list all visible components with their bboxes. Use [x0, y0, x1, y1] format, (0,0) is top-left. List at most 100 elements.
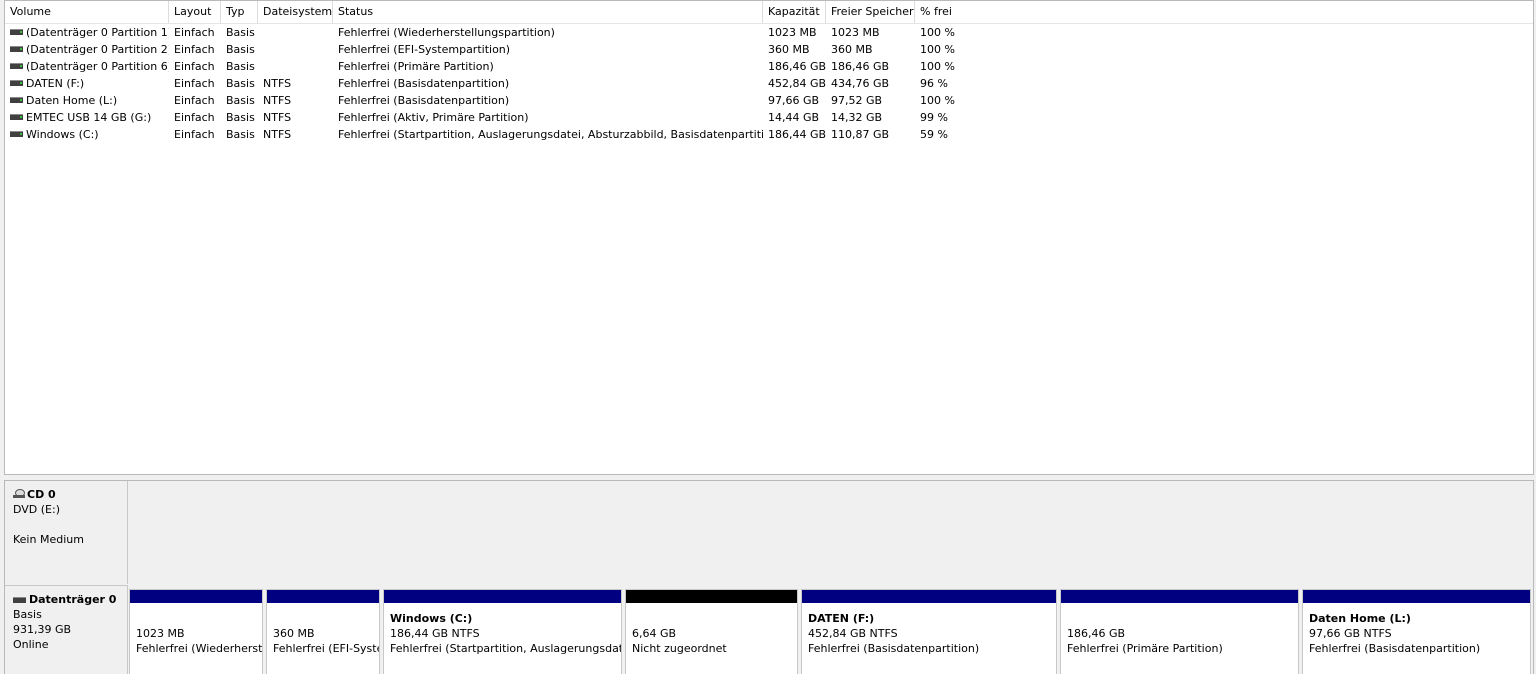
cell-pct: 99 %	[920, 111, 948, 124]
partition-status: Fehlerfrei (Startpartition, Auslagerungs…	[390, 642, 621, 655]
cell-free: 14,32 GB	[831, 111, 883, 124]
disk-0-info[interactable]: Datenträger 0 Basis 931,39 GB Online	[5, 585, 128, 674]
column-header-freier-speicher[interactable]: Freier Speicher	[826, 1, 915, 23]
partition-box[interactable]: DATEN (F:) 452,84 GB NTFS Fehlerfrei (Basi…	[801, 589, 1057, 674]
partition-size: 1023 MB	[136, 627, 185, 640]
cell-status: Fehlerfrei (Startpartition, Auslagerungs…	[338, 128, 763, 141]
cell-capacity: 186,46 GB	[768, 60, 826, 73]
disk-0-status: Online	[13, 638, 49, 651]
column-header-layout[interactable]: Layout	[169, 1, 221, 23]
partition-body: Windows (C:) 186,44 GB NTFS Fehlerfrei (St…	[384, 603, 621, 656]
cell-layout: Einfach	[174, 128, 215, 141]
partition-box[interactable]: 1023 MB Fehlerfrei (Wiederherstellungspar…	[129, 589, 263, 674]
cell-volume: (Datenträger 0 Partition 1)	[5, 24, 169, 41]
volume-icon	[10, 114, 23, 120]
cell-status: Fehlerfrei (Basisdatenpartition)	[338, 77, 510, 90]
cell-free: 110,87 GB	[831, 128, 890, 141]
cell-status: Fehlerfrei (Aktiv, Primäre Partition)	[338, 111, 529, 124]
partition-body: 360 MB Fehlerfrei (EFI-Systempartition)	[267, 603, 379, 656]
table-row[interactable]: (Datenträger 0 Partition 1) Einfach Basis F…	[5, 24, 1533, 41]
cell-pct: 96 %	[920, 77, 948, 90]
cd-0-info[interactable]: CD 0 DVD (E:) Kein Medium	[5, 481, 128, 584]
volume-name: Windows (C:)	[26, 128, 99, 141]
volume-icon	[10, 97, 23, 103]
partition-box[interactable]: Windows (C:) 186,44 GB NTFS Fehlerfrei (St…	[383, 589, 622, 674]
column-header-status[interactable]: Status	[333, 1, 763, 23]
table-row[interactable]: Daten Home (L:) Einfach Basis NTFS Fehlerfre…	[5, 92, 1533, 109]
cell-capacity: 97,66 GB	[768, 94, 820, 107]
cell-volume: (Datenträger 0 Partition 2)	[5, 41, 169, 58]
partition-unallocated[interactable]: 6,64 GB Nicht zugeordnet	[625, 589, 798, 674]
partition-size: 186,44 GB NTFS	[390, 627, 480, 640]
column-header-row: Volume Layout Typ Dateisystem Status Kap…	[5, 1, 1533, 24]
volume-rows: (Datenträger 0 Partition 1) Einfach Basis F…	[5, 24, 1533, 143]
cell-layout: Einfach	[174, 94, 215, 107]
cell-capacity: 452,84 GB	[768, 77, 826, 90]
volume-icon	[10, 63, 23, 69]
volume-list: Volume Layout Typ Dateisystem Status Kap…	[4, 0, 1534, 475]
partition-body: 1023 MB Fehlerfrei (Wiederherstellungspar…	[130, 603, 262, 656]
partition-bar	[1061, 590, 1298, 603]
volume-icon	[10, 80, 23, 86]
partition-status: Nicht zugeordnet	[632, 642, 727, 655]
cell-typ: Basis	[226, 111, 255, 124]
cell-fs	[258, 24, 333, 41]
cell-pct: 100 %	[920, 94, 955, 107]
cell-fs	[258, 58, 333, 75]
partition-name: DATEN (F:)	[808, 612, 875, 625]
partition-body: Daten Home (L:) 97,66 GB NTFS Fehlerfrei (…	[1303, 603, 1530, 656]
partition-box[interactable]: 186,46 GB Fehlerfrei (Primäre Partition)	[1060, 589, 1299, 674]
disk-map: CD 0 DVD (E:) Kein Medium Datenträger 0 …	[4, 480, 1534, 674]
table-row[interactable]: (Datenträger 0 Partition 2) Einfach Basis F…	[5, 41, 1533, 58]
column-header-kapazitaet[interactable]: Kapazität	[763, 1, 826, 23]
cell-volume: Windows (C:)	[5, 126, 169, 143]
column-header-typ[interactable]: Typ	[221, 1, 258, 23]
volume-icon	[10, 131, 23, 137]
column-header-dateisystem[interactable]: Dateisystem	[258, 1, 333, 23]
disk-0-title: Datenträger 0	[13, 592, 127, 607]
cell-layout: Einfach	[174, 111, 215, 124]
cell-fs	[258, 41, 333, 58]
partition-size: 186,46 GB	[1067, 627, 1126, 640]
partition-status: Fehlerfrei (Basisdatenpartition)	[1309, 642, 1481, 655]
column-header-volume[interactable]: Volume	[5, 1, 169, 23]
table-row[interactable]: EMTEC USB 14 GB (G:) Einfach Basis NTFS Fehl…	[5, 109, 1533, 126]
partition-body: DATEN (F:) 452,84 GB NTFS Fehlerfrei (Basi…	[802, 603, 1056, 656]
volume-name: Daten Home (L:)	[26, 94, 118, 107]
volume-icon	[10, 29, 23, 35]
partition-size: 360 MB	[273, 627, 315, 640]
partition-name: Daten Home (L:)	[1309, 612, 1411, 625]
partition-status: Fehlerfrei (EFI-Systempartition)	[273, 642, 379, 655]
cd-0-area	[129, 481, 1533, 584]
table-row[interactable]: DATEN (F:) Einfach Basis NTFS Fehlerfrei (Ba…	[5, 75, 1533, 92]
cell-fs: NTFS	[263, 94, 292, 107]
column-header-prozent-frei[interactable]: % frei	[915, 1, 975, 23]
volume-name: (Datenträger 0 Partition 6)	[26, 60, 169, 73]
cd-drive-icon	[13, 489, 25, 499]
cell-free: 1023 MB	[831, 26, 880, 39]
cell-layout: Einfach	[174, 26, 215, 39]
partition-bar	[626, 590, 797, 603]
volume-icon	[10, 46, 23, 52]
cell-typ: Basis	[226, 43, 255, 56]
partition-status: Fehlerfrei (Primäre Partition)	[1067, 642, 1223, 655]
cd-0-type: DVD (E:)	[13, 503, 61, 516]
cell-volume: EMTEC USB 14 GB (G:)	[5, 109, 169, 126]
cell-free: 360 MB	[831, 43, 873, 56]
cell-typ: Basis	[226, 60, 255, 73]
partition-body: 186,46 GB Fehlerfrei (Primäre Partition)	[1061, 603, 1298, 656]
cell-layout: Einfach	[174, 43, 215, 56]
cell-typ: Basis	[226, 94, 255, 107]
table-row[interactable]: (Datenträger 0 Partition 6) Einfach Basis F…	[5, 58, 1533, 75]
table-row[interactable]: Windows (C:) Einfach Basis NTFS Fehlerfrei (…	[5, 126, 1533, 143]
cell-free: 434,76 GB	[831, 77, 890, 90]
hard-disk-icon	[13, 597, 26, 603]
cell-capacity: 1023 MB	[768, 26, 817, 39]
cell-fs: NTFS	[263, 111, 292, 124]
cell-capacity: 360 MB	[768, 43, 810, 56]
partition-box[interactable]: Daten Home (L:) 97,66 GB NTFS Fehlerfrei (…	[1302, 589, 1531, 674]
cell-pct: 100 %	[920, 43, 955, 56]
cell-free: 186,46 GB	[831, 60, 890, 73]
cell-status: Fehlerfrei (Wiederherstellungspartition)	[338, 26, 555, 39]
partition-box[interactable]: 360 MB Fehlerfrei (EFI-Systempartition)	[266, 589, 380, 674]
